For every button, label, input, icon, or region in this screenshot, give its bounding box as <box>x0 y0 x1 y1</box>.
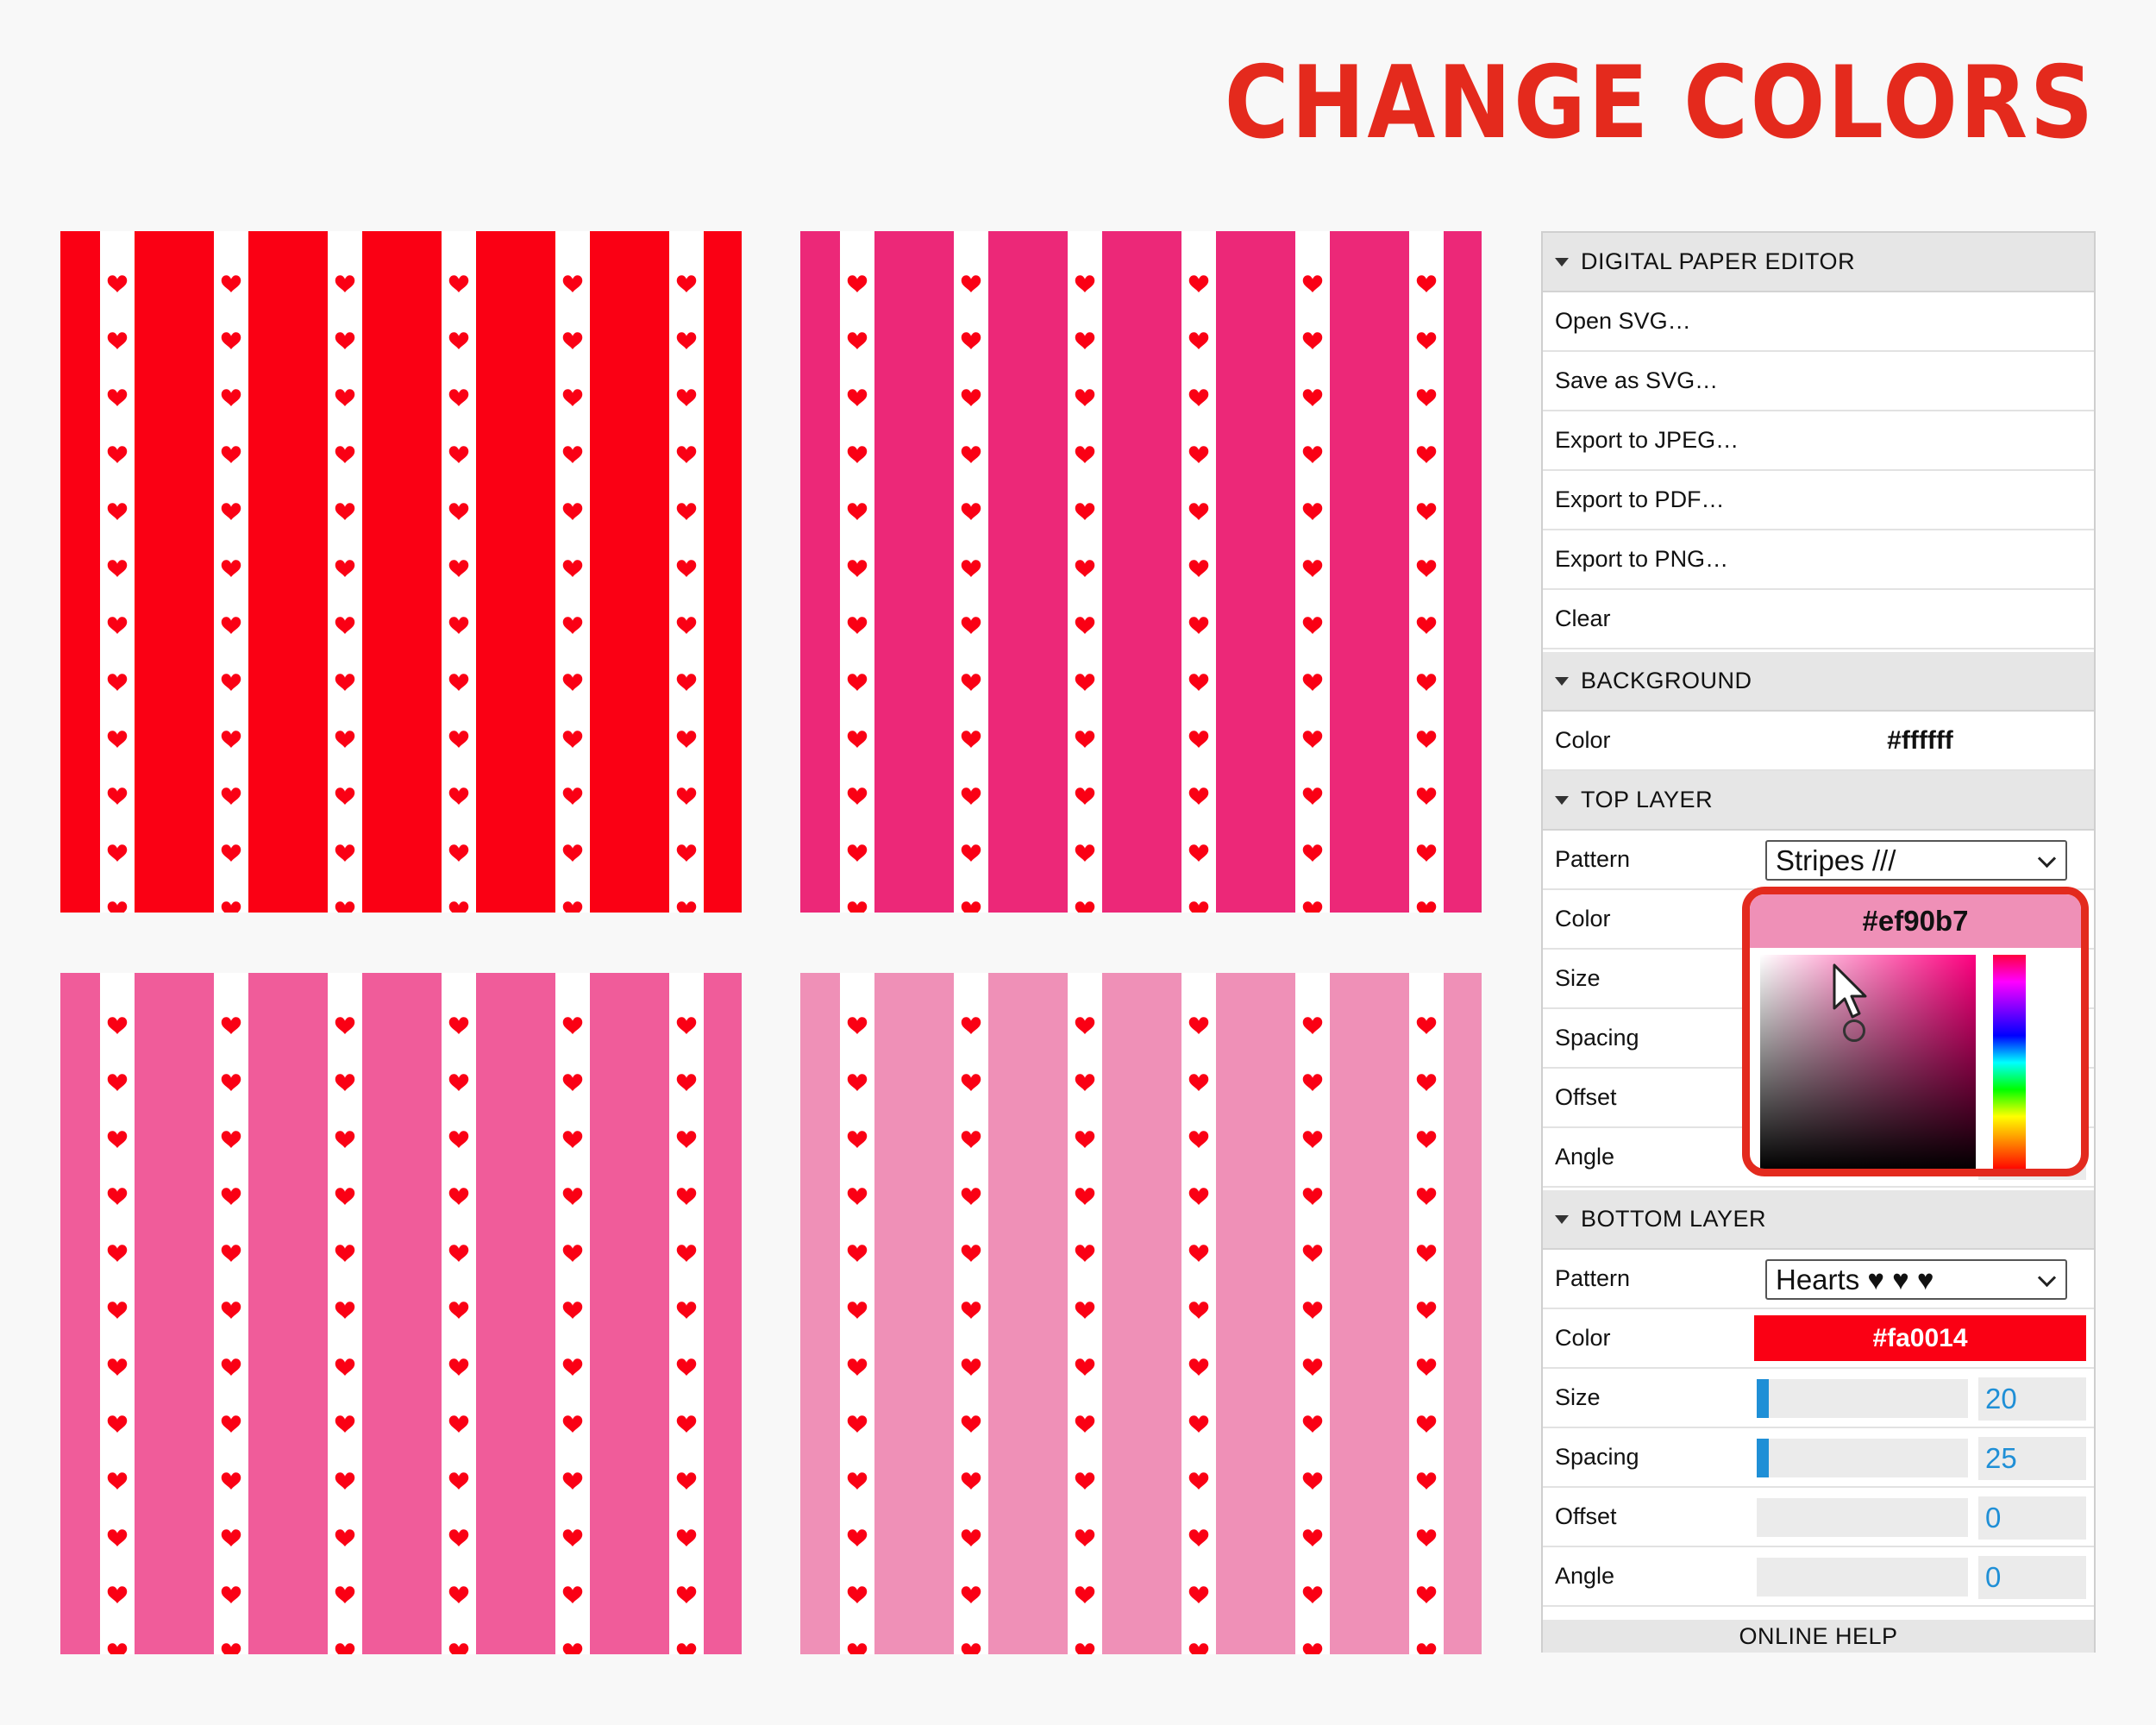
caret-down-icon <box>1555 1214 1569 1224</box>
bottom-color-row: Color #fa0014 <box>1543 1309 2094 1369</box>
bottom-pattern-row: Pattern Hearts ♥ ♥ ♥ <box>1543 1250 2094 1309</box>
top-pattern-row: Pattern Stripes /// <box>1543 831 2094 890</box>
bottom-size-number[interactable]: 20 <box>1978 1377 2086 1421</box>
menu-save-svg[interactable]: Save as SVG… <box>1543 352 2094 411</box>
picker-hex-value[interactable]: #ef90b7 <box>1750 894 2081 948</box>
bottom-size-row: Size 20 <box>1543 1369 2094 1428</box>
bottom-pattern-select[interactable]: Hearts ♥ ♥ ♥ <box>1765 1259 2067 1300</box>
menu-label: Export to PNG… <box>1555 546 1729 572</box>
field-label: Angle <box>1555 1563 1615 1589</box>
field-label: Spacing <box>1555 1444 1639 1470</box>
picker-handle[interactable] <box>1843 1019 1865 1042</box>
field-label: Color <box>1555 906 1611 932</box>
bottom-spacing-row: Spacing 25 <box>1543 1428 2094 1488</box>
background-color-field[interactable]: #ffffff <box>1754 718 2086 763</box>
bottom-size-slider[interactable] <box>1757 1379 1968 1418</box>
bottom-color-field[interactable]: #fa0014 <box>1754 1315 2086 1361</box>
pattern-background <box>60 231 742 913</box>
field-label: Pattern <box>1555 1265 1631 1291</box>
field-label: Angle <box>1555 1144 1615 1170</box>
section-header-top-layer[interactable]: TOP LAYER <box>1543 771 2094 831</box>
hue-slider[interactable] <box>1993 955 2026 1169</box>
menu-label: Open SVG… <box>1555 308 1691 334</box>
select-value: Stripes /// <box>1776 844 1896 876</box>
field-label: Color <box>1555 727 1611 753</box>
pattern-preview-1 <box>60 231 742 913</box>
online-help-link[interactable]: ONLINE HELP <box>1543 1620 2094 1653</box>
section-title: DIGITAL PAPER EDITOR <box>1581 248 1856 274</box>
section-header-background[interactable]: BACKGROUND <box>1543 652 2094 712</box>
select-value: Hearts ♥ ♥ ♥ <box>1776 1263 1934 1295</box>
chevron-down-icon <box>2037 849 2057 869</box>
top-pattern-select[interactable]: Stripes /// <box>1765 840 2067 881</box>
bottom-spacing-slider[interactable] <box>1757 1439 1968 1477</box>
pattern-background <box>800 231 1482 913</box>
pattern-preview-2 <box>800 231 1482 913</box>
menu-label: Save as SVG… <box>1555 367 1719 393</box>
pattern-svg <box>60 231 742 913</box>
page-title: CHANGE COLORS <box>1224 45 2096 161</box>
section-title: TOP LAYER <box>1581 787 1714 812</box>
menu-label: Export to PDF… <box>1555 486 1725 512</box>
bottom-angle-number[interactable]: 0 <box>1978 1556 2086 1599</box>
pattern-background <box>800 973 1482 1654</box>
caret-down-icon <box>1555 795 1569 805</box>
section-header-bottom-layer[interactable]: BOTTOM LAYER <box>1543 1190 2094 1250</box>
caret-down-icon <box>1555 257 1569 267</box>
bottom-offset-number[interactable]: 0 <box>1978 1496 2086 1540</box>
field-label: Spacing <box>1555 1025 1639 1051</box>
section-title: BOTTOM LAYER <box>1581 1206 1767 1232</box>
pattern-svg <box>60 973 742 1654</box>
menu-label: Clear <box>1555 605 1611 631</box>
chevron-down-icon <box>2037 1268 2057 1288</box>
section-title: BACKGROUND <box>1581 668 1752 693</box>
pattern-preview-3 <box>60 973 742 1654</box>
color-picker-popup: #ef90b7 <box>1742 887 2089 1176</box>
bottom-angle-slider[interactable] <box>1757 1558 1968 1596</box>
section-header-editor[interactable]: DIGITAL PAPER EDITOR <box>1543 233 2094 292</box>
field-label: Color <box>1555 1325 1611 1351</box>
pattern-preview-4 <box>800 973 1482 1654</box>
field-label: Offset <box>1555 1503 1617 1529</box>
bottom-offset-slider[interactable] <box>1757 1498 1968 1537</box>
field-label: Offset <box>1555 1084 1617 1110</box>
menu-label: Export to JPEG… <box>1555 427 1739 453</box>
menu-export-jpeg[interactable]: Export to JPEG… <box>1543 411 2094 471</box>
pattern-svg <box>800 231 1482 913</box>
slider-handle[interactable] <box>1757 1439 1769 1477</box>
field-label: Size <box>1555 1384 1601 1410</box>
bottom-angle-row: Angle 0 <box>1543 1547 2094 1607</box>
caret-down-icon <box>1555 676 1569 686</box>
field-label: Pattern <box>1555 846 1631 872</box>
menu-export-pdf[interactable]: Export to PDF… <box>1543 471 2094 530</box>
menu-export-png[interactable]: Export to PNG… <box>1543 530 2094 590</box>
background-color-row: Color #ffffff <box>1543 712 2094 771</box>
menu-open-svg[interactable]: Open SVG… <box>1543 292 2094 352</box>
menu-clear[interactable]: Clear <box>1543 590 2094 649</box>
field-label: Size <box>1555 965 1601 991</box>
slider-handle[interactable] <box>1757 1379 1769 1418</box>
pattern-background <box>60 973 742 1654</box>
bottom-spacing-number[interactable]: 25 <box>1978 1437 2086 1480</box>
bottom-offset-row: Offset 0 <box>1543 1488 2094 1547</box>
mouse-pointer-icon <box>1833 963 1867 1019</box>
pattern-svg <box>800 973 1482 1654</box>
